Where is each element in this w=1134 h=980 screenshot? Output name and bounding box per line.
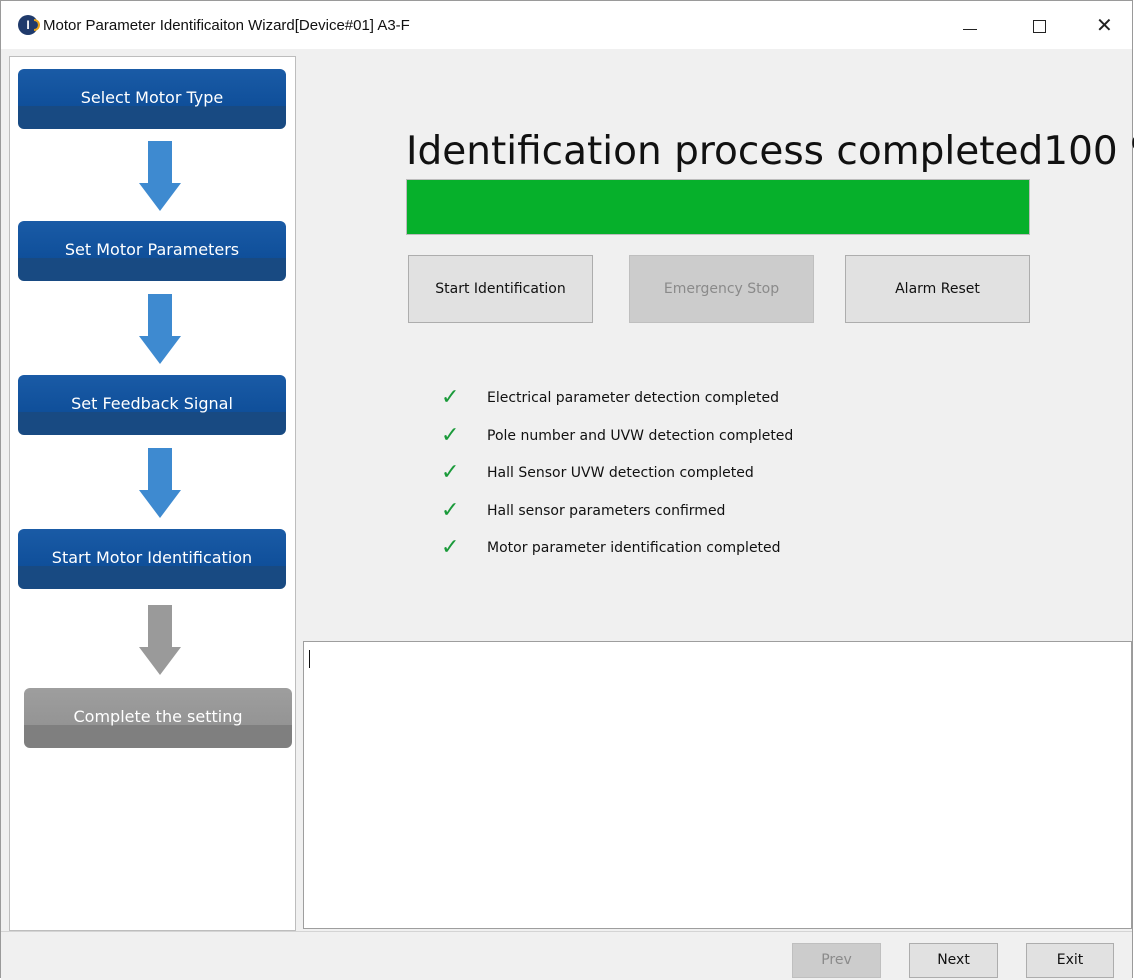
- step-label: Select Motor Type: [80, 88, 224, 107]
- checkmark-icon: ✓: [441, 422, 460, 448]
- arrow-down-icon: [139, 448, 181, 520]
- step-label: Complete the setting: [73, 707, 243, 726]
- arrow-down-icon: [139, 294, 181, 366]
- checkmark-icon: ✓: [441, 460, 460, 485]
- checklist-item-label: Hall Sensor UVW detection completed: [487, 465, 754, 481]
- maximize-icon: [1033, 20, 1046, 33]
- close-button[interactable]: ✕: [1082, 11, 1128, 41]
- maximize-button[interactable]: [1017, 11, 1063, 41]
- step-set-motor-parameters[interactable]: Set Motor Parameters: [18, 221, 286, 281]
- checkmark-icon: ✓: [441, 497, 460, 523]
- arrow-down-icon: [139, 605, 181, 677]
- wizard-steps-panel: Select Motor Type Set Motor Parameters S…: [9, 56, 296, 931]
- exit-button[interactable]: Exit: [1026, 943, 1114, 978]
- close-icon: ✕: [1096, 13, 1113, 37]
- checklist-item-label: Electrical parameter detection completed: [487, 390, 780, 406]
- minimize-button[interactable]: [947, 11, 993, 41]
- checklist-item-label: Pole number and UVW detection completed: [487, 427, 794, 444]
- footer-bar: Prev Next Exit: [1, 931, 1132, 980]
- step-set-feedback-signal[interactable]: Set Feedback Signal: [18, 375, 286, 435]
- checklist-item-label: Motor parameter identification completed: [487, 540, 781, 556]
- checkmark-icon: ✓: [441, 535, 460, 560]
- progress-bar-fill: [407, 180, 1029, 234]
- step-label: Start Motor Identification: [51, 548, 253, 567]
- identification-panel: Identification process completed100 % St…: [303, 63, 1134, 639]
- window-title: Motor Parameter Identificaiton Wizard[De…: [43, 17, 410, 34]
- alarm-reset-button[interactable]: Alarm Reset: [845, 255, 1030, 323]
- step-select-motor-type[interactable]: Select Motor Type: [18, 69, 286, 129]
- step-label: Set Feedback Signal: [71, 394, 233, 413]
- checklist-item-label: Hall sensor parameters confirmed: [487, 502, 726, 519]
- progress-heading: Identification process completed100 %: [406, 129, 1134, 174]
- checkmark-icon: ✓: [441, 385, 460, 410]
- app-logo-icon: I: [18, 15, 40, 35]
- text-caret: [309, 650, 310, 668]
- progress-bar: [406, 179, 1030, 235]
- log-text-area[interactable]: [303, 641, 1132, 929]
- arrow-down-icon: [139, 141, 181, 213]
- step-label: Set Motor Parameters: [64, 240, 240, 259]
- title-bar: I Motor Parameter Identificaiton Wizard[…: [1, 1, 1132, 49]
- step-complete-the-setting[interactable]: Complete the setting: [24, 688, 292, 748]
- emergency-stop-button[interactable]: Emergency Stop: [629, 255, 814, 323]
- step-start-motor-identification[interactable]: Start Motor Identification: [18, 529, 286, 589]
- start-identification-button[interactable]: Start Identification: [408, 255, 593, 323]
- wizard-window: I Motor Parameter Identificaiton Wizard[…: [0, 0, 1134, 980]
- next-button[interactable]: Next: [909, 943, 998, 978]
- minimize-icon: [963, 29, 977, 30]
- prev-button[interactable]: Prev: [792, 943, 881, 978]
